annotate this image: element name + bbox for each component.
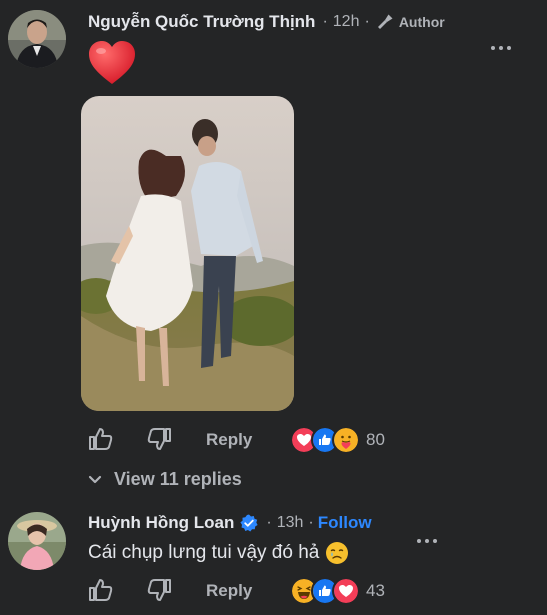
like-button[interactable]: [86, 576, 114, 604]
comment-1: Nguyễn Quốc Trường Thịnh · 12h · Author: [0, 0, 547, 500]
comment-header: Huỳnh Hồng Loan · 13h · Follow: [88, 513, 372, 533]
comment-timestamp[interactable]: 12h: [333, 13, 360, 31]
avatar[interactable]: [8, 10, 66, 68]
separator: ·: [322, 13, 328, 30]
like-button[interactable]: [86, 425, 114, 453]
comment-author-name[interactable]: Nguyễn Quốc Trường Thịnh: [88, 12, 315, 32]
separator: ·: [308, 514, 314, 531]
reaction-count: 80: [366, 430, 385, 449]
reply-button[interactable]: Reply: [206, 430, 252, 450]
heart-reaction-icon: [332, 577, 360, 605]
verified-badge-icon: [240, 514, 258, 532]
heart-emoji: [88, 40, 136, 91]
separator: ·: [266, 514, 272, 531]
microphone-icon: [376, 13, 394, 31]
comment-2: Huỳnh Hồng Loan · 13h · Follow Cái chụp …: [0, 500, 547, 615]
reaction-count: 43: [366, 581, 385, 600]
author-badge: Author: [398, 14, 445, 30]
comment-text: Cái chụp lưng tui vậy đó hả: [88, 542, 320, 563]
comment-body: Cái chụp lưng tui vậy đó hả: [88, 541, 349, 565]
view-replies-button[interactable]: View 11 replies: [88, 469, 242, 490]
comment-header: Nguyễn Quốc Trường Thịnh · 12h · Author: [88, 12, 445, 32]
chevron-down-icon: [88, 475, 102, 485]
comment-author-name[interactable]: Huỳnh Hồng Loan: [88, 513, 234, 533]
comment-timestamp[interactable]: 13h: [277, 514, 304, 532]
more-options-button[interactable]: [413, 535, 441, 547]
avatar[interactable]: [8, 512, 66, 570]
more-options-button[interactable]: [487, 42, 515, 54]
care-reaction-icon: [332, 426, 360, 454]
follow-button[interactable]: Follow: [318, 513, 372, 533]
thumbs-up-icon: [89, 579, 113, 601]
reactions-summary[interactable]: 80: [290, 426, 385, 454]
separator: ·: [364, 13, 370, 30]
reactions-summary[interactable]: 43: [290, 577, 385, 605]
thumbs-down-icon: [147, 579, 171, 601]
dislike-button[interactable]: [146, 425, 174, 453]
comment-photo[interactable]: [81, 96, 294, 411]
thumbs-up-icon: [89, 428, 113, 450]
view-replies-label: View 11 replies: [114, 469, 242, 489]
crying-face-icon: [325, 541, 349, 565]
reply-button[interactable]: Reply: [206, 581, 252, 601]
thumbs-down-icon: [147, 428, 171, 450]
dislike-button[interactable]: [146, 576, 174, 604]
